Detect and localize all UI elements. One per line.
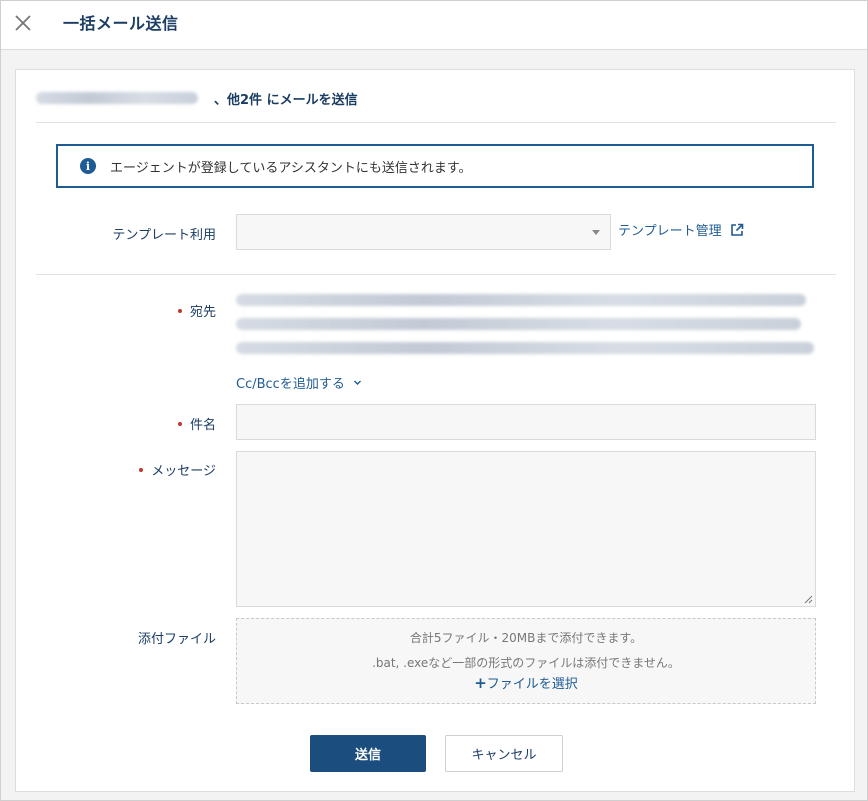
message-label-text: メッセージ bbox=[151, 464, 216, 479]
template-manage-link[interactable]: テンプレート管理 bbox=[618, 220, 744, 239]
message-textarea[interactable] bbox=[236, 451, 816, 607]
close-icon bbox=[15, 15, 31, 31]
send-button[interactable]: 送信 bbox=[310, 735, 426, 772]
to-label: 宛先 bbox=[26, 301, 216, 320]
to-label-text: 宛先 bbox=[189, 305, 216, 320]
info-notice: i エージェントが登録しているアシスタントにも送信されます。 bbox=[56, 144, 814, 188]
plus-icon: + bbox=[474, 674, 487, 692]
select-file-link[interactable]: +ファイルを選択 bbox=[237, 673, 815, 692]
modal-header: 一括メール送信 bbox=[1, 1, 867, 50]
info-icon: i bbox=[80, 158, 96, 174]
recipient-address-blurred bbox=[236, 318, 801, 330]
recipient-address-blurred bbox=[236, 294, 806, 306]
subject-input[interactable] bbox=[236, 404, 816, 440]
caret-down-icon bbox=[592, 230, 600, 235]
attachment-type-note: .bat, .exeなど一部の形式のファイルは添付できません。 bbox=[372, 656, 680, 670]
select-file-label: ファイルを選択 bbox=[486, 677, 578, 692]
subject-label: 件名 bbox=[26, 414, 216, 433]
attachment-dropzone[interactable]: 合計5ファイル・20MBまで添付できます。 .bat, .exeなど一部の形式の… bbox=[236, 618, 816, 704]
to-recipients[interactable] bbox=[236, 288, 816, 362]
divider bbox=[36, 122, 836, 123]
required-marker bbox=[177, 308, 182, 313]
divider bbox=[36, 274, 836, 275]
required-marker bbox=[177, 421, 182, 426]
mail-form-panel: 、他2件 にメールを送信 i エージェントが登録しているアシスタントにも送信され… bbox=[15, 69, 855, 792]
external-link-icon bbox=[730, 223, 743, 236]
notice-text: エージェントが登録しているアシスタントにも送信されます。 bbox=[110, 160, 472, 176]
message-label: メッセージ bbox=[26, 460, 216, 479]
template-label: テンプレート利用 bbox=[112, 228, 216, 243]
chevron-down-icon bbox=[353, 380, 361, 385]
cancel-button[interactable]: キャンセル bbox=[445, 735, 563, 772]
template-manage-label: テンプレート管理 bbox=[618, 224, 722, 239]
modal-window: 一括メール送信 、他2件 にメールを送信 i エージェントが登録しているアシスタ… bbox=[0, 0, 868, 801]
add-cc-bcc-label: Cc/Bccを追加する bbox=[236, 377, 345, 392]
resize-handle-icon[interactable] bbox=[803, 594, 813, 604]
recipients-summary: 、他2件 にメールを送信 bbox=[36, 88, 358, 108]
required-marker bbox=[139, 467, 144, 472]
modal-title: 一括メール送信 bbox=[63, 14, 179, 33]
attachment-label: 添付ファイル bbox=[137, 632, 216, 647]
recipients-summary-text: 、他2件 にメールを送信 bbox=[214, 92, 358, 108]
recipient-name-blurred bbox=[36, 92, 198, 104]
add-cc-bcc-link[interactable]: Cc/Bccを追加する bbox=[236, 373, 362, 392]
template-select[interactable] bbox=[236, 214, 611, 250]
close-button[interactable] bbox=[11, 11, 35, 35]
attachment-limit-note: 合計5ファイル・20MBまで添付できます。 bbox=[409, 631, 643, 645]
recipient-address-blurred bbox=[236, 342, 814, 354]
subject-label-text: 件名 bbox=[189, 418, 216, 433]
